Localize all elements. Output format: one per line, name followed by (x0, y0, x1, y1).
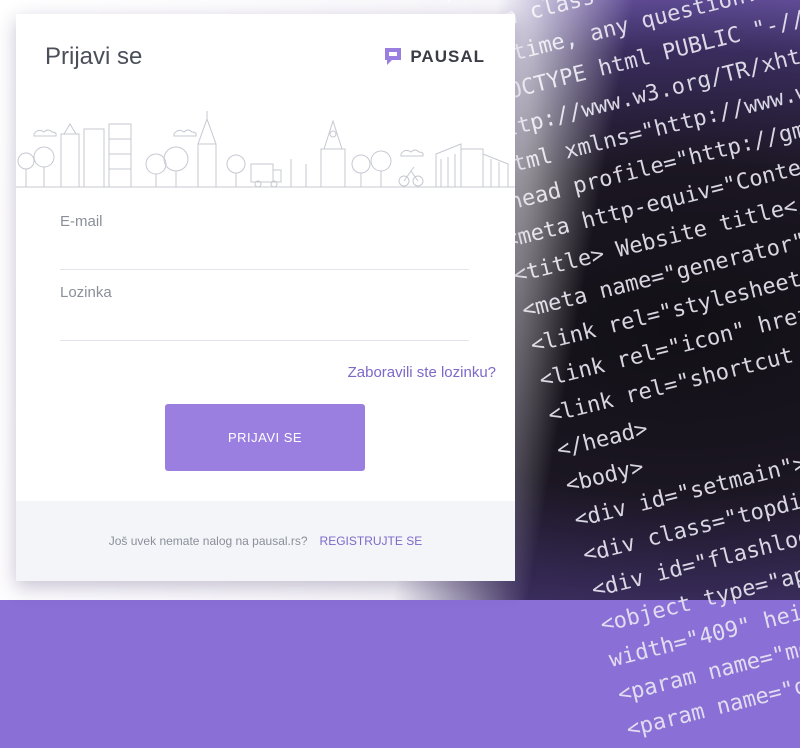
speech-bubble-logo-icon (385, 48, 402, 65)
card-footer: Još uvek nemate nalog na pausal.rs? REGI… (16, 501, 515, 581)
city-skyline-illustration (16, 111, 515, 188)
register-prompt: Još uvek nemate nalog na pausal.rs? (108, 534, 308, 548)
email-field-wrapper: E-mail (60, 199, 473, 270)
password-input[interactable] (60, 304, 473, 334)
brand-name: PAUSAL (410, 47, 485, 66)
card-header: Prijavi se PAUSAL (16, 14, 515, 104)
password-label: Lozinka (60, 284, 112, 301)
register-link[interactable]: REGISTRUJTE SE (320, 534, 423, 548)
login-form: E-mail Lozinka Zaboravili ste lozinku? (60, 199, 496, 381)
brand-logo: PAUSAL (384, 47, 485, 67)
email-input[interactable] (60, 233, 473, 263)
login-card: Prijavi se PAUSAL E-mail Lozinka Zaborav… (16, 14, 515, 581)
page-title: Prijavi se (45, 43, 143, 70)
login-button[interactable]: PRIJAVI SE (165, 404, 365, 471)
email-label: E-mail (60, 213, 103, 230)
forgot-password-link[interactable]: Zaboravili ste lozinku? (348, 364, 496, 381)
password-field-wrapper: Lozinka (60, 270, 473, 341)
